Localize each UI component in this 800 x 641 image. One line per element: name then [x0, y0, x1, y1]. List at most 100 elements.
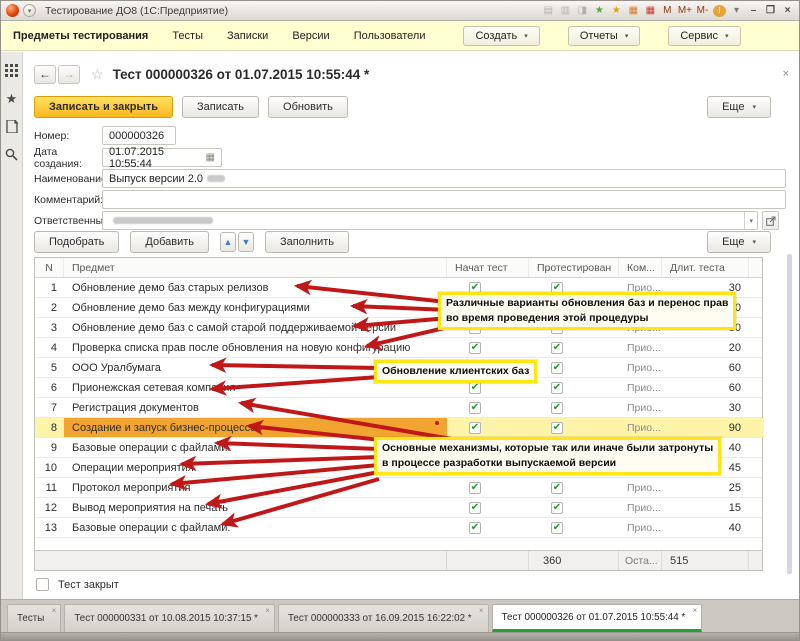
row-subject[interactable]: Протокол мероприятия [64, 478, 447, 497]
table-row[interactable]: 1Обновление демо баз старых релизов✔✔При… [35, 278, 762, 298]
calendar-icon[interactable]: ▦ [627, 4, 640, 18]
started-cell[interactable]: ✔ [447, 458, 529, 477]
tested-cell[interactable]: ✔ [529, 458, 619, 477]
info-icon[interactable]: i [713, 5, 726, 17]
menu-item-4[interactable]: Версии [292, 30, 329, 42]
started-checkbox[interactable]: ✔ [469, 502, 481, 514]
chevron-down-icon[interactable]: ▾ [744, 212, 757, 229]
sections-grid-icon[interactable] [5, 64, 18, 77]
row-subject[interactable]: Проверка списка прав после обновления на… [64, 338, 447, 357]
col-header-tested[interactable]: Протестирован [529, 258, 619, 277]
tested-cell[interactable]: ✔ [529, 498, 619, 517]
started-cell[interactable]: ✔ [447, 498, 529, 517]
preview-icon[interactable]: ◨ [576, 4, 589, 18]
menu-button-1[interactable]: Создать▾ [463, 26, 539, 46]
tested-cell[interactable]: ✔ [529, 298, 619, 317]
tested-checkbox[interactable]: ✔ [551, 402, 563, 414]
favorites-star-icon[interactable]: ★ [5, 92, 18, 105]
scale-increase-button[interactable]: M+ [678, 4, 692, 18]
document-more-button[interactable]: Еще ▾ [707, 96, 771, 118]
row-subject[interactable]: Базовые операции с файлами. [64, 518, 447, 537]
started-cell[interactable]: ✔ [447, 518, 529, 537]
app-icon[interactable] [6, 4, 19, 17]
started-cell[interactable]: ✔ [447, 338, 529, 357]
started-cell[interactable]: ✔ [447, 418, 529, 437]
started-cell[interactable]: ✔ [447, 378, 529, 397]
test-closed-checkbox[interactable] [36, 578, 49, 591]
tested-cell[interactable]: ✔ [529, 318, 619, 337]
menu-item-2[interactable]: Тесты [172, 30, 203, 42]
window-tab-1[interactable]: Тесты× [7, 604, 61, 632]
tested-checkbox[interactable]: ✔ [551, 522, 563, 534]
col-header-started[interactable]: Начат тест [447, 258, 529, 277]
started-cell[interactable]: ✔ [447, 358, 529, 377]
row-subject[interactable]: ООО Уралбумага [64, 358, 447, 377]
row-subject[interactable]: Операции мероприятия [64, 458, 447, 477]
menu-button-2[interactable]: Отчеты▾ [568, 26, 641, 46]
menu-item-5[interactable]: Пользователи [354, 30, 426, 42]
tested-checkbox[interactable]: ✔ [551, 342, 563, 354]
tested-cell[interactable]: ✔ [529, 378, 619, 397]
started-checkbox[interactable]: ✔ [469, 462, 481, 474]
tested-checkbox[interactable]: ✔ [551, 362, 563, 374]
tested-cell[interactable]: ✔ [529, 478, 619, 497]
name-field[interactable]: Выпуск версии 2.0 [102, 169, 786, 188]
tested-checkbox[interactable]: ✔ [551, 422, 563, 434]
started-checkbox[interactable]: ✔ [469, 282, 481, 294]
save-button[interactable]: Записать [182, 96, 259, 118]
col-header-comment[interactable]: Ком... [619, 258, 662, 277]
refresh-button[interactable]: Обновить [268, 96, 348, 118]
row-subject[interactable]: Прионежская сетевая компания [64, 378, 447, 397]
search-icon[interactable] [5, 148, 18, 161]
table-row[interactable]: 5ООО Уралбумага✔✔Прио...60 [35, 358, 762, 378]
table-row[interactable]: 3Обновление демо баз с самой старой подд… [35, 318, 762, 338]
started-cell[interactable]: ✔ [447, 398, 529, 417]
started-cell[interactable]: ✔ [447, 298, 529, 317]
restore-button[interactable]: ❐ [764, 5, 777, 16]
table-row[interactable]: 6Прионежская сетевая компания✔✔Прио...60 [35, 378, 762, 398]
save-icon[interactable]: ▤ [542, 4, 555, 18]
started-checkbox[interactable]: ✔ [469, 322, 481, 334]
tested-cell[interactable]: ✔ [529, 438, 619, 457]
pick-button[interactable]: Подобрать [34, 231, 119, 253]
row-subject[interactable]: Обновление демо баз с самой старой подде… [64, 318, 447, 337]
window-tab-3[interactable]: Тест 000000333 от 16.09.2015 16:22:02 *× [278, 604, 489, 632]
row-subject[interactable]: Базовые операции с файлами. [64, 438, 447, 457]
tested-checkbox[interactable]: ✔ [551, 482, 563, 494]
tab-close-icon[interactable]: × [265, 607, 270, 615]
started-cell[interactable]: ✔ [447, 478, 529, 497]
add-favorite-icon[interactable]: ★ [593, 4, 606, 18]
started-checkbox[interactable]: ✔ [469, 342, 481, 354]
minimize-button[interactable]: – [747, 5, 760, 16]
started-cell[interactable]: ✔ [447, 278, 529, 297]
table-row[interactable]: 9Базовые операции с файлами.✔✔Прио...40 [35, 438, 762, 458]
back-button[interactable]: ← [34, 65, 56, 84]
calculator-icon[interactable]: ▦ [644, 4, 657, 18]
table-row[interactable]: 10Операции мероприятия✔✔Прио...45 [35, 458, 762, 478]
tested-checkbox[interactable]: ✔ [551, 322, 563, 334]
menu-item-3[interactable]: Записки [227, 30, 268, 42]
started-checkbox[interactable]: ✔ [469, 522, 481, 534]
forward-button[interactable]: → [58, 65, 80, 84]
tab-close-icon[interactable]: × [479, 607, 484, 615]
table-row[interactable]: 7Регистрация документов✔✔Прио...30 [35, 398, 762, 418]
move-up-icon[interactable]: ▲ [220, 232, 236, 252]
window-tab-2[interactable]: Тест 000000331 от 10.08.2015 10:37:15 *× [64, 604, 275, 632]
row-subject[interactable]: Обновление демо баз старых релизов [64, 278, 447, 297]
tested-cell[interactable]: ✔ [529, 398, 619, 417]
tested-cell[interactable]: ✔ [529, 358, 619, 377]
tested-cell[interactable]: ✔ [529, 518, 619, 537]
tested-checkbox[interactable]: ✔ [551, 442, 563, 454]
row-subject[interactable]: Регистрация документов [64, 398, 447, 417]
history-icon[interactable] [5, 120, 18, 133]
tested-cell[interactable]: ✔ [529, 418, 619, 437]
table-row[interactable]: 8Создание и запуск бизнес-процессов✔✔При… [35, 418, 762, 438]
number-field[interactable]: 000000326 [102, 126, 176, 145]
scrollbar[interactable] [787, 254, 792, 574]
tab-close-icon[interactable]: × [52, 607, 57, 615]
scale-decrease-button[interactable]: M- [696, 4, 709, 18]
close-button[interactable]: × [781, 5, 794, 16]
fill-button[interactable]: Заполнить [265, 231, 349, 253]
window-tab-4[interactable]: Тест 000000326 от 01.07.2015 10:55:44 *× [492, 604, 703, 632]
tested-checkbox[interactable]: ✔ [551, 382, 563, 394]
